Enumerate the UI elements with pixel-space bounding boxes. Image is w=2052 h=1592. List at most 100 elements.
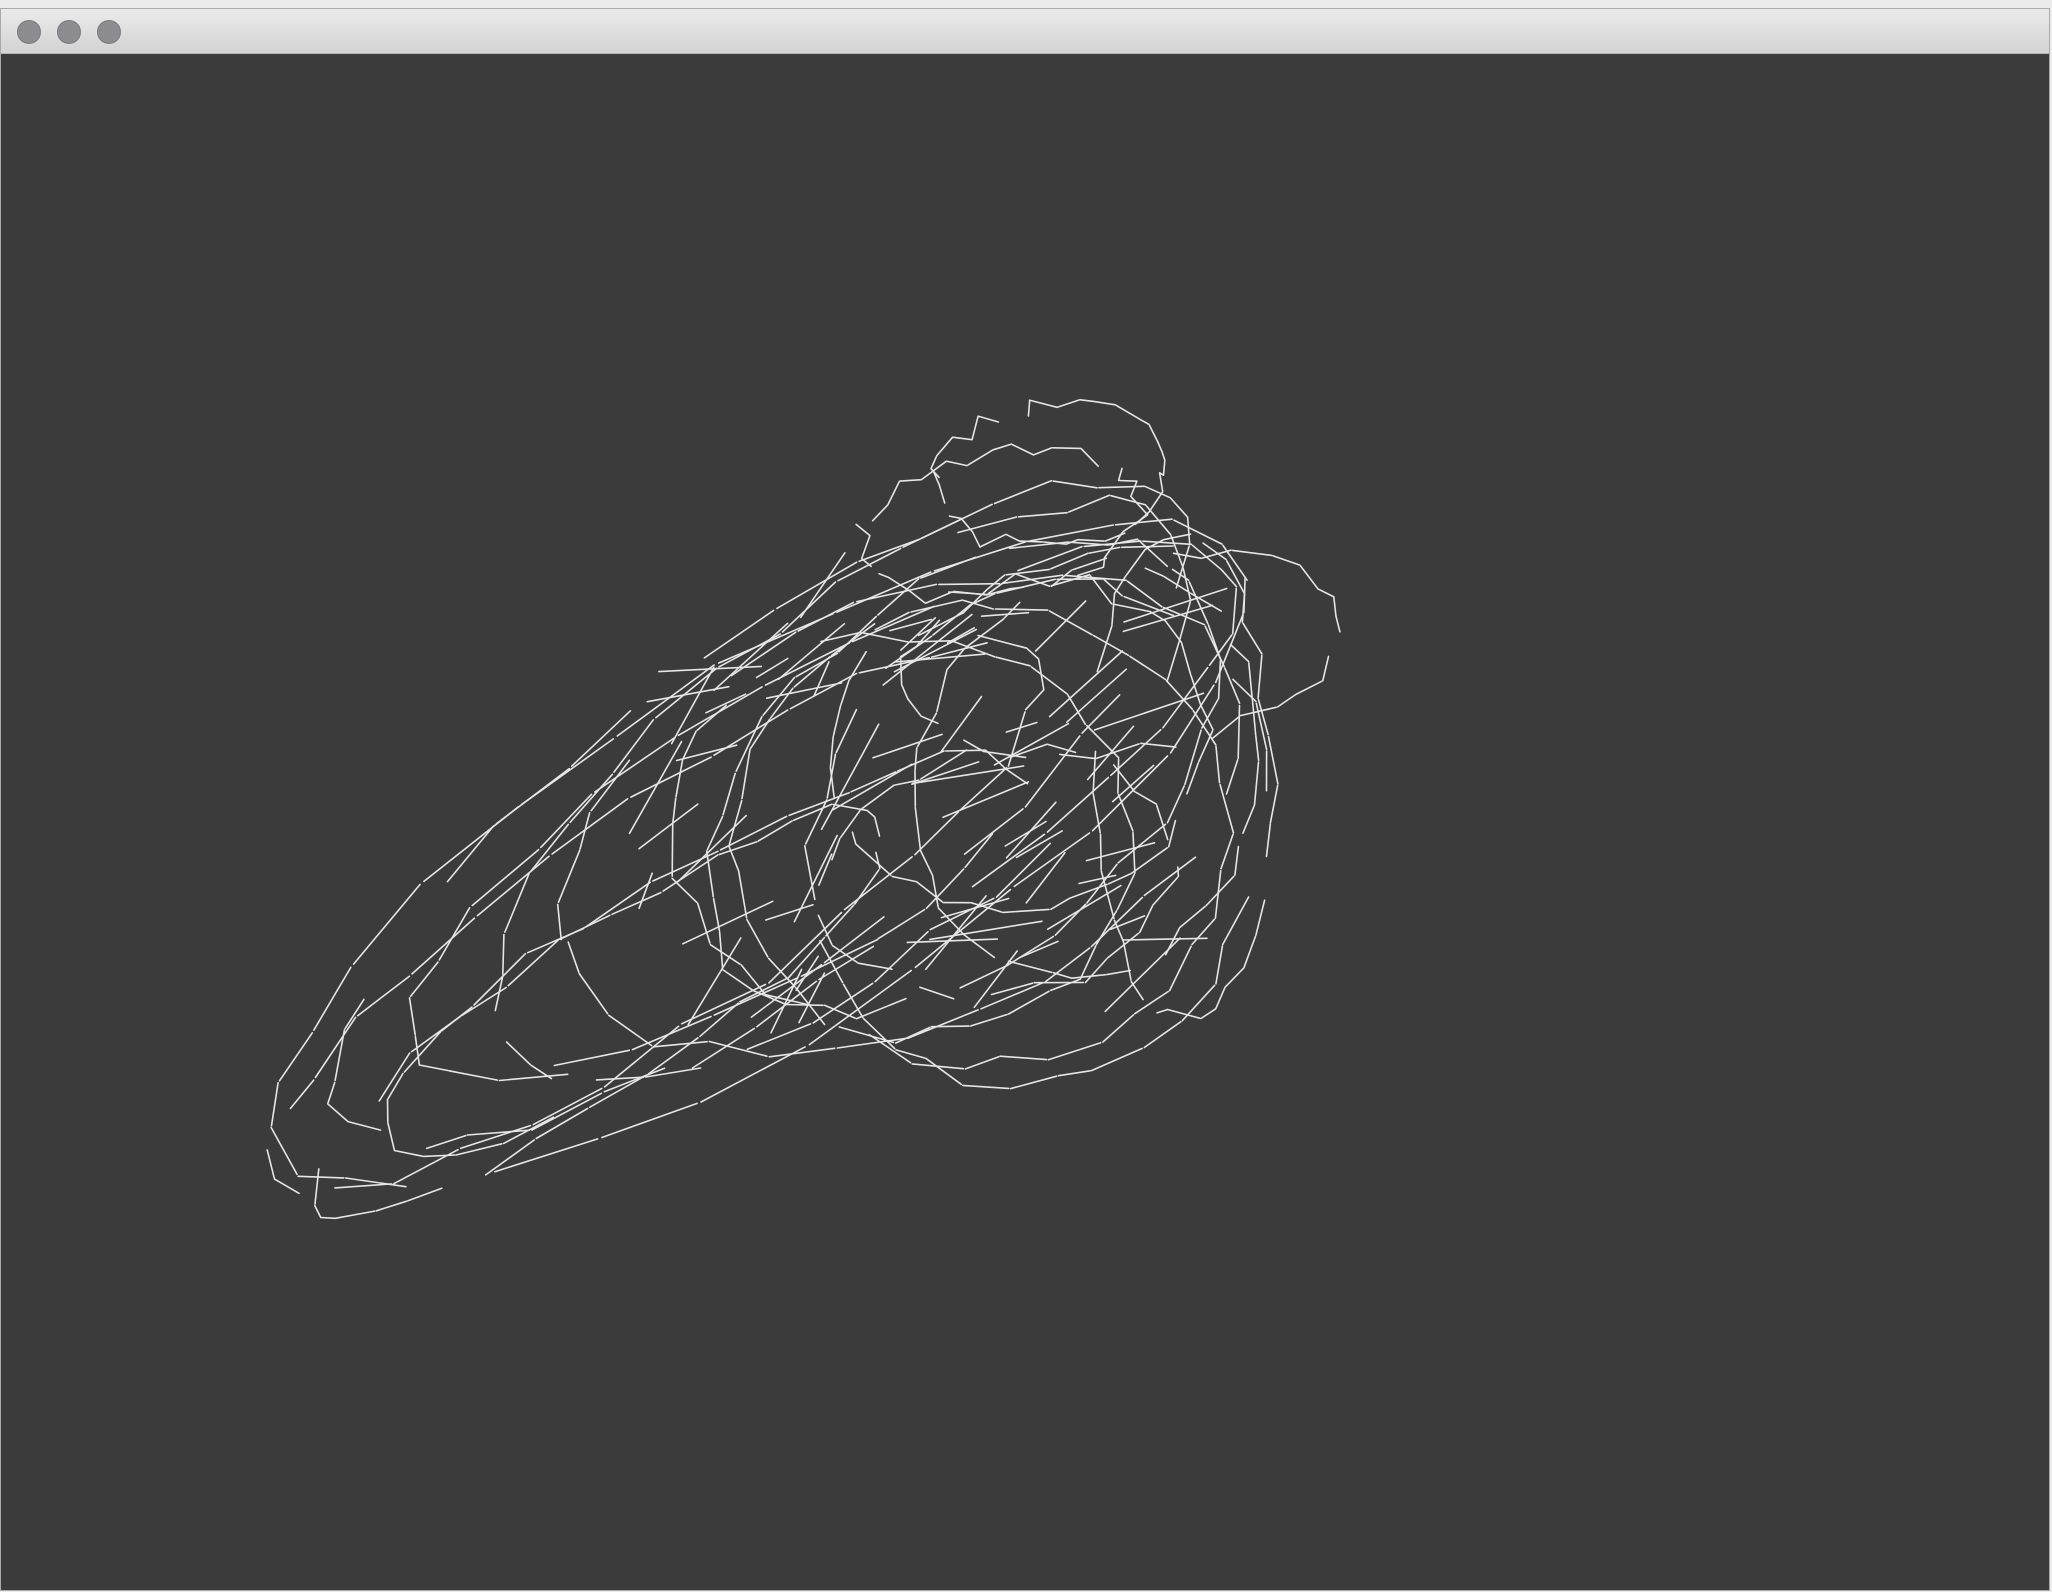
wire-segment	[1225, 758, 1239, 795]
wire-segment	[1156, 1008, 1168, 1014]
wire-segment	[1248, 662, 1254, 701]
wire-segment	[551, 797, 629, 855]
wire-segment	[1242, 622, 1263, 655]
wire-segment	[894, 1026, 931, 1044]
wire-segment	[1096, 624, 1113, 673]
wire-segment	[705, 693, 747, 714]
wire-segment	[493, 1138, 599, 1173]
title-bar[interactable]	[1, 9, 2049, 54]
wire-segment	[1005, 935, 1055, 967]
wire-segment	[835, 708, 858, 754]
wire-segment	[334, 1210, 376, 1220]
wire-segment	[1177, 866, 1180, 878]
wire-segment	[893, 628, 978, 673]
wire-segment	[1157, 441, 1163, 453]
wire-segment	[278, 1031, 314, 1082]
wire-segment	[1220, 833, 1234, 870]
wire-segment	[1211, 715, 1241, 740]
wire-segment	[891, 875, 917, 883]
wire-segment	[1186, 517, 1191, 546]
wire-segment	[902, 518, 961, 549]
wire-segment	[1168, 945, 1192, 992]
wire-segment	[919, 986, 955, 1000]
wire-segment	[861, 784, 895, 810]
wire-segment	[967, 449, 994, 466]
wire-segment	[567, 941, 580, 974]
wire-segment	[1170, 535, 1184, 569]
wire-segment	[455, 1143, 503, 1156]
wire-segment	[319, 1216, 336, 1220]
close-button-icon[interactable]	[17, 20, 41, 44]
wire-segment	[939, 695, 983, 754]
wire-segment	[851, 605, 935, 643]
wire-segment	[1011, 443, 1035, 456]
wire-segment	[1130, 481, 1138, 498]
wire-segment	[1276, 694, 1296, 708]
wire-segment	[1255, 899, 1266, 937]
wire-segment	[696, 902, 711, 944]
wire-segment	[495, 767, 571, 825]
wire-segment	[387, 1072, 404, 1100]
wire-segment	[910, 599, 964, 613]
zoom-button-icon[interactable]	[97, 20, 121, 44]
wire-segment	[1269, 784, 1279, 824]
wire-segment	[1255, 735, 1260, 762]
wire-segment	[911, 761, 980, 786]
wire-segment	[1317, 588, 1335, 598]
wire-segment	[505, 1041, 531, 1066]
wire-segment	[793, 834, 838, 923]
wire-segment	[994, 608, 1049, 611]
wire-segment	[607, 1014, 653, 1047]
wire-segment	[977, 634, 1028, 650]
wire-segment	[964, 1055, 1000, 1070]
wire-segment	[1156, 804, 1169, 841]
wire-segment	[409, 961, 439, 998]
wire-segment	[1088, 546, 1121, 554]
wire-segment	[999, 1055, 1048, 1061]
wire-segment	[1102, 1013, 1135, 1043]
wire-segment	[1267, 735, 1279, 785]
wire-segment	[800, 938, 879, 978]
wire-segment	[946, 460, 968, 467]
wire-segment	[1066, 668, 1128, 724]
wire-segment	[1128, 655, 1167, 681]
wire-segment	[1144, 567, 1165, 577]
wire-segment	[425, 1134, 467, 1150]
wire-segment	[461, 986, 508, 1017]
wire-segment	[825, 904, 855, 937]
wire-segment	[930, 454, 938, 470]
wire-segment	[1165, 620, 1183, 644]
wire-segment	[1009, 1075, 1058, 1090]
wire-segment	[924, 591, 954, 605]
wire-segment	[980, 611, 1030, 618]
wire-segment	[570, 709, 632, 768]
wire-segment	[1204, 625, 1225, 668]
wire-segment	[1030, 399, 1058, 409]
wire-segment	[899, 478, 923, 482]
wire-segment	[1242, 805, 1255, 835]
wire-segment	[866, 809, 876, 818]
wire-segment	[647, 1036, 699, 1075]
wire-segment	[1114, 574, 1127, 594]
wire-segment	[1162, 459, 1166, 477]
wire-segment	[1171, 568, 1190, 582]
wire-segment	[1229, 643, 1250, 663]
wire-segment	[1191, 918, 1216, 946]
wire-segment	[1113, 919, 1124, 942]
wire-segment	[1143, 1020, 1182, 1049]
minimize-button-icon[interactable]	[57, 20, 81, 44]
wire-segment	[313, 1204, 322, 1218]
wire-segment	[314, 1168, 320, 1205]
wire-segment	[914, 747, 918, 771]
drawing-canvas[interactable]	[1, 54, 2049, 1590]
wire-segment	[1025, 851, 1066, 904]
wire-segment	[1005, 533, 1020, 542]
wire-segment	[1048, 650, 1124, 718]
wire-segment	[948, 515, 962, 520]
wire-segment	[765, 682, 843, 700]
wire-segment	[855, 843, 892, 877]
wire-segment	[920, 556, 977, 579]
wire-segment	[936, 668, 948, 713]
wire-segment	[422, 1154, 457, 1158]
wire-segment	[857, 962, 893, 971]
